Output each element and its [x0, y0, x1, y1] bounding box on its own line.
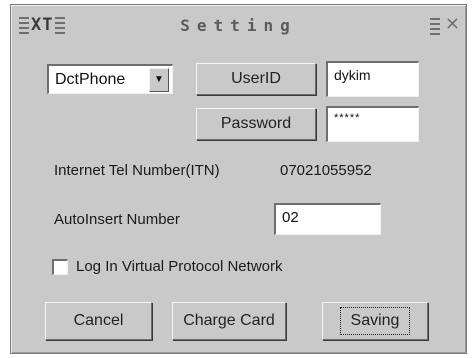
chevron-down-icon[interactable]: ▼	[149, 67, 169, 92]
cancel-button[interactable]: Cancel	[45, 302, 152, 340]
charge-card-button[interactable]: Charge Card	[172, 302, 286, 340]
menu-lines-icon[interactable]	[430, 18, 440, 35]
itn-label: Internet Tel Number(ITN)	[54, 162, 220, 179]
userid-button[interactable]: UserID	[196, 63, 316, 95]
device-select-value: DctPhone	[55, 70, 126, 88]
close-icon[interactable]: ×	[445, 13, 460, 34]
setting-window: XT Setting × DctPhone ▼ UserID dykim Pas…	[10, 4, 467, 354]
password-field[interactable]: *****	[326, 106, 419, 142]
autoinsert-field[interactable]: 02	[274, 203, 381, 235]
vpn-login-label: Log In Virtual Protocol Network	[76, 258, 283, 275]
autoinsert-label: AutoInsert Number	[54, 211, 180, 228]
title-bar[interactable]: XT Setting ×	[13, 7, 464, 41]
vpn-login-option[interactable]: Log In Virtual Protocol Network	[52, 258, 283, 275]
window-title: Setting	[180, 16, 297, 35]
itn-value: 07021055952	[280, 162, 372, 179]
saving-button[interactable]: Saving	[322, 302, 428, 340]
device-select[interactable]: DctPhone ▼	[47, 64, 173, 94]
saving-button-label: Saving	[339, 307, 411, 335]
userid-field[interactable]: dykim	[326, 61, 419, 97]
vpn-login-checkbox[interactable]	[52, 258, 68, 275]
password-button[interactable]: Password	[196, 108, 316, 140]
